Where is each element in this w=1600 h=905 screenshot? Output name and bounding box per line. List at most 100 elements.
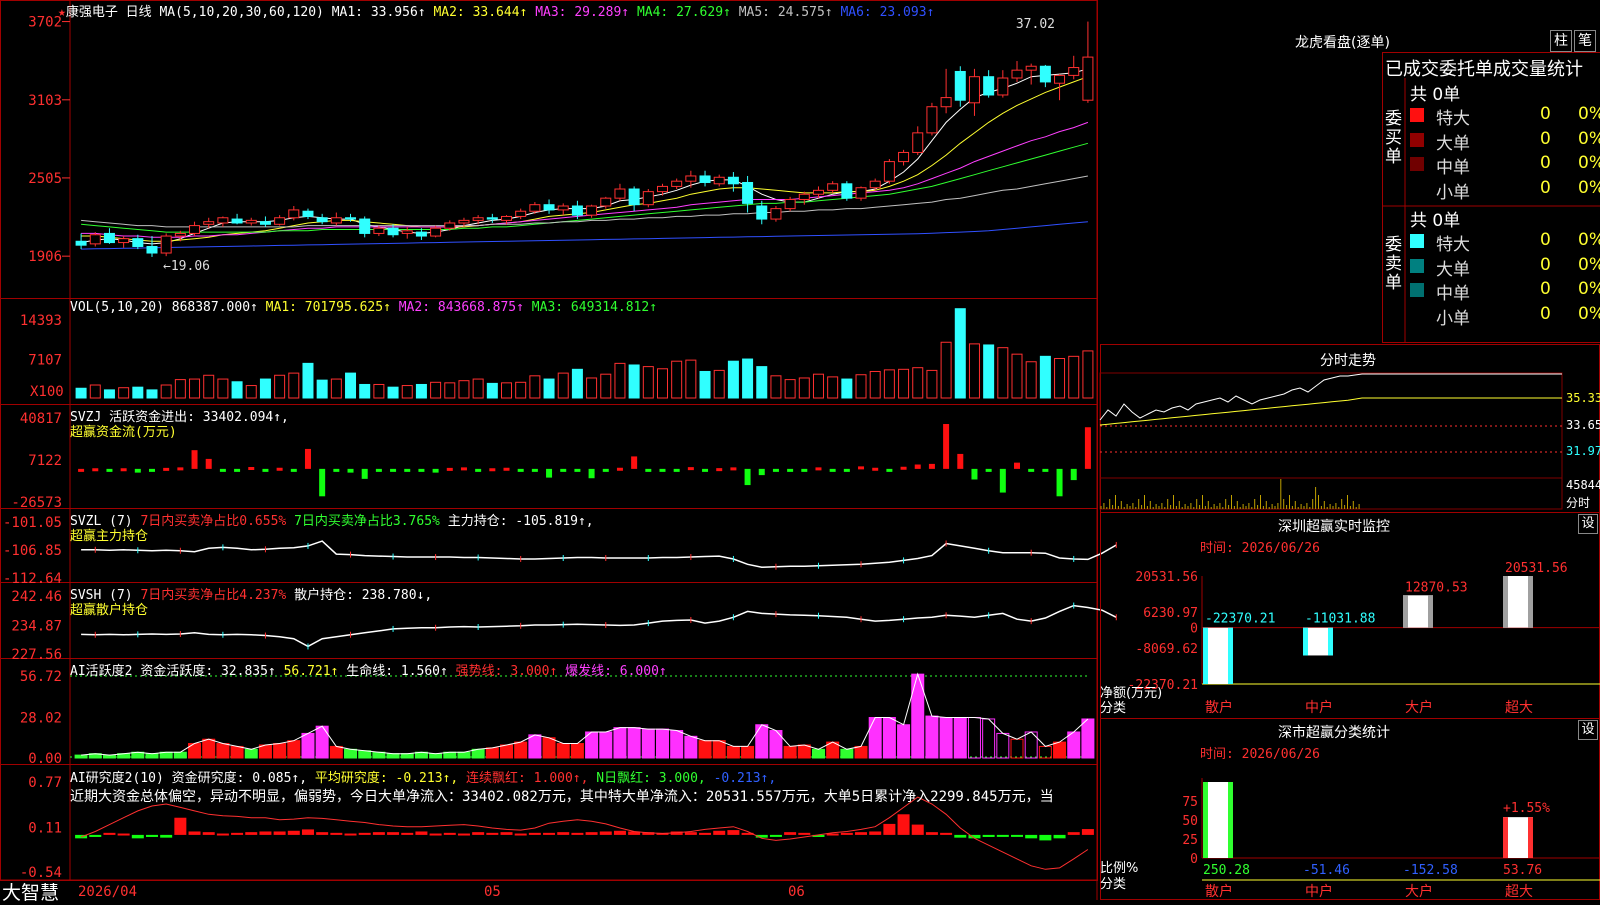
vol-bar — [657, 369, 667, 398]
research-bar — [940, 833, 952, 835]
candle — [757, 206, 767, 219]
candle — [530, 205, 540, 212]
vol-bar — [714, 370, 724, 398]
candle — [643, 192, 653, 205]
tick-mode-button[interactable]: 笔 — [1574, 30, 1596, 52]
yjd-comment: 近期大资金总体偏空，异动不明显，偏弱势，今日大单净流入：33402.082万元，… — [70, 786, 1095, 806]
bar-mode-button[interactable]: 柱 — [1550, 30, 1572, 52]
research-bar — [430, 834, 442, 836]
flow-bar — [603, 469, 609, 472]
candle — [204, 222, 214, 225]
color-swatch — [1410, 157, 1424, 171]
order-label: 大单 — [1436, 129, 1470, 154]
main-chart-canvas[interactable]: 370231032505190637.02←19.06143937107X100… — [0, 0, 1600, 900]
order-row: 特大00% — [1410, 104, 1600, 128]
candle — [813, 190, 823, 194]
lhb-title: 龙虎看盘(逐单) — [1295, 32, 1390, 52]
class-extra-label: +1.55% — [1503, 801, 1550, 816]
activity-bar — [501, 745, 513, 758]
stat-title: 已成交委托单成交量统计 — [1385, 55, 1600, 81]
sz-class-settings-button[interactable]: 设 — [1578, 720, 1598, 740]
fenshi-tick-mid: 33.65 — [1566, 418, 1600, 432]
sz-y-tick: 20531.56 — [1135, 570, 1198, 585]
order-count: 0 — [1540, 104, 1551, 124]
fenshi-price-line — [1100, 374, 1562, 420]
zhuli-line — [81, 541, 1116, 567]
vol-bar — [204, 375, 214, 398]
legend-item: 56.721↑ — [284, 664, 347, 679]
min-price-label: ←19.06 — [163, 259, 210, 274]
research-bar — [1011, 835, 1023, 837]
y-tick-label: 3103 — [28, 93, 62, 109]
candle — [572, 206, 582, 215]
activity-bar — [983, 719, 995, 758]
stock-name[interactable]: 康强电子 日线 — [66, 5, 152, 20]
candle — [672, 181, 682, 186]
research-bar — [387, 832, 399, 835]
activity-bar — [671, 731, 683, 758]
ma-legend: MA1: 33.956↑ MA2: 33.644↑ MA3: 29.289↑ M… — [332, 5, 935, 20]
yjd-blue: -0.213↑, — [714, 771, 777, 786]
research-bar — [954, 835, 966, 838]
vol-bar — [785, 380, 795, 398]
vol-bar — [431, 382, 441, 398]
candle — [317, 218, 327, 222]
candle — [686, 176, 696, 181]
candle — [190, 226, 200, 234]
candle — [275, 218, 285, 225]
flow-bar — [206, 459, 212, 469]
y-tick-label: 0.11 — [28, 820, 62, 836]
order-count: 0 — [1540, 178, 1551, 198]
order-count: 0 — [1540, 255, 1551, 275]
sz-bar-edge — [1328, 628, 1333, 656]
ma-label: MA(5,10,20,30,60,120) — [159, 5, 323, 20]
vol-bar — [558, 373, 568, 398]
sz-y-tick: 0 — [1190, 622, 1198, 637]
vol-title: VOL(5,10,20) — [70, 300, 164, 315]
ai-legend: 资金活跃度: 32.835↑ 56.721↑ 生命线: 1.560↑ 强势线: … — [140, 664, 666, 679]
flow-bar — [688, 467, 694, 470]
brand-logo: 大智慧 — [2, 878, 59, 905]
sz-monitor-settings-button[interactable]: 设 — [1578, 514, 1598, 534]
y-tick-label: 14393 — [20, 313, 62, 329]
research-bar — [160, 835, 172, 838]
class-bar-edge — [1228, 782, 1233, 858]
x-tick-label: 05 — [484, 884, 501, 900]
vol-bar — [289, 373, 299, 398]
class-y-tick: 75 — [1182, 795, 1198, 810]
sz-monitor-xlabel: 分类 — [1100, 697, 1126, 716]
vol-bar — [331, 379, 341, 398]
vol-bar — [416, 384, 426, 398]
candle — [374, 228, 384, 233]
vol-bar — [190, 379, 200, 398]
sz-bar-edge — [1428, 595, 1433, 627]
order-label: 特大 — [1436, 104, 1470, 129]
candle — [90, 235, 100, 244]
flow-bar — [277, 468, 283, 471]
flow-bar — [489, 468, 495, 471]
research-bar — [359, 833, 371, 835]
research-bar — [614, 831, 626, 835]
candle — [346, 218, 356, 219]
activity-bar — [699, 741, 711, 758]
sz-bar-edge — [1228, 628, 1233, 684]
research-bar — [345, 834, 357, 836]
class-category-label: 中户 — [1305, 883, 1333, 900]
vol-bar — [317, 380, 327, 398]
research-bar — [912, 825, 924, 835]
activity-bar — [543, 738, 555, 758]
research-bar — [529, 833, 541, 835]
sz-category-label: 散户 — [1205, 699, 1233, 716]
activity-bar — [742, 746, 754, 758]
research-bar — [798, 833, 810, 835]
sz-value-label: 20531.56 — [1505, 561, 1568, 576]
x-tick-label: 06 — [788, 884, 805, 900]
sanhu-line — [81, 606, 1116, 647]
order-row: 大单00% — [1410, 129, 1600, 153]
research-bar — [883, 824, 895, 835]
sz-monitor-title: 深圳超赢实时监控 — [1278, 516, 1390, 536]
flow-bar — [447, 468, 453, 471]
sz-class-time: 时间: 2026/06/26 — [1200, 743, 1320, 762]
ma-line — [81, 77, 1088, 242]
flow-bar — [192, 450, 198, 469]
